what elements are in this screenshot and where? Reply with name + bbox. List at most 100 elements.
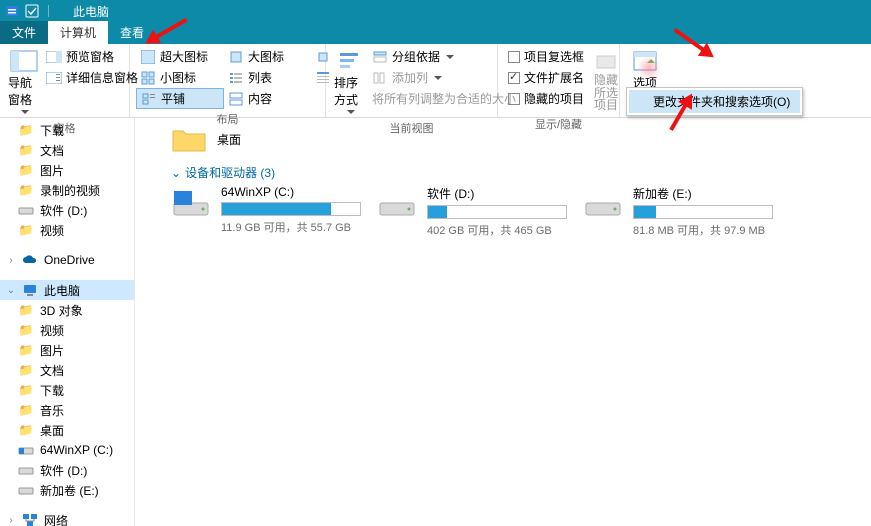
sidebar-item-downloads2[interactable]: 📁下载 xyxy=(0,380,134,400)
drive-item[interactable]: 新加卷 (E:) 81.8 MB 可用，共 97.9 MB xyxy=(583,185,763,238)
drive-icon xyxy=(171,185,211,217)
chevron-down-icon xyxy=(434,76,442,84)
main-content: 桌面 ⌄ 设备和驱动器 (3) 64WinXP (C:) 11.9 GB 可用，… xyxy=(135,118,871,526)
drive-freespace: 81.8 MB 可用，共 97.9 MB xyxy=(633,222,773,238)
drive-icon xyxy=(377,185,417,217)
folder-desktop[interactable]: 桌面 xyxy=(171,124,863,154)
tab-computer[interactable]: 计算机 xyxy=(48,21,108,44)
drive-capacity-bar xyxy=(221,202,361,216)
sidebar-item-downloads[interactable]: 📁下载 xyxy=(0,120,134,140)
drive-icon xyxy=(583,185,623,217)
drive-item[interactable]: 64WinXP (C:) 11.9 GB 可用，共 55.7 GB xyxy=(171,185,351,238)
tab-view[interactable]: 查看 xyxy=(108,21,156,44)
chk-item-checkboxes[interactable]: 项目复选框 xyxy=(504,46,588,67)
window-icon xyxy=(4,3,20,19)
drive-icon xyxy=(18,482,34,498)
layout-small[interactable]: 小图标 xyxy=(136,67,224,88)
hide-icon xyxy=(590,48,622,74)
folder-icon xyxy=(171,124,207,154)
titlebar: 此电脑 xyxy=(0,0,871,22)
checkbox-icon[interactable] xyxy=(24,3,40,19)
tab-file[interactable]: 文件 xyxy=(0,21,48,44)
chk-hidden-items[interactable]: 隐藏的项目 xyxy=(504,88,588,109)
folder-icon: 📁 xyxy=(18,422,34,438)
category-devices[interactable]: ⌄ 设备和驱动器 (3) xyxy=(171,164,863,181)
folder-icon: 📁 xyxy=(18,302,34,318)
sidebar-item-video[interactable]: 📁视频 xyxy=(0,220,134,240)
hide-selected-button[interactable]: 隐藏 所选项目 xyxy=(588,46,624,114)
computer-icon xyxy=(22,282,38,298)
chevron-right-icon: › xyxy=(6,515,16,526)
preview-pane-icon xyxy=(46,49,62,65)
drive-icon xyxy=(18,442,34,458)
drive-name: 64WinXP (C:) xyxy=(221,185,361,199)
layout-content[interactable]: 内容 xyxy=(224,88,312,109)
layout-list[interactable]: 列表 xyxy=(224,67,312,88)
folder-icon: 📁 xyxy=(18,142,34,158)
groupby-icon xyxy=(372,49,388,65)
menu-change-folder-options[interactable]: 更改文件夹和搜索选项(O) xyxy=(629,90,800,113)
preview-pane-button[interactable]: 预览窗格 xyxy=(42,46,142,67)
drive-freespace: 11.9 GB 可用，共 55.7 GB xyxy=(221,219,361,235)
sidebar-item-thispc[interactable]: ⌄此电脑 xyxy=(0,280,134,300)
folder-icon: 📁 xyxy=(18,342,34,358)
details-pane-icon xyxy=(46,70,62,86)
sidebar-item-onedrive[interactable]: ›OneDrive xyxy=(0,250,134,270)
folder-icon: 📁 xyxy=(18,362,34,378)
folder-icon: 📁 xyxy=(18,402,34,418)
drive-freespace: 402 GB 可用，共 465 GB xyxy=(427,222,567,238)
sidebar-item-documents2[interactable]: 📁文档 xyxy=(0,360,134,380)
sidebar-item-desktop[interactable]: 📁桌面 xyxy=(0,420,134,440)
chevron-right-icon: › xyxy=(6,255,16,266)
sidebar-item-drive-c[interactable]: 64WinXP (C:) xyxy=(0,440,134,460)
sort-button[interactable]: 排序方式 xyxy=(332,46,368,118)
chevron-down-icon xyxy=(446,55,454,63)
sidebar-item-video2[interactable]: 📁视频 xyxy=(0,320,134,340)
cloud-icon xyxy=(22,252,38,268)
sort-icon xyxy=(334,48,366,74)
network-icon xyxy=(22,512,38,526)
checkbox-checked-icon xyxy=(508,72,520,84)
chevron-down-icon xyxy=(21,110,29,118)
layout-large[interactable]: 大图标 xyxy=(224,46,312,67)
chevron-down-icon xyxy=(347,110,355,118)
chevron-down-icon: ⌄ xyxy=(171,166,181,180)
sidebar-item-drive-e[interactable]: 新加卷 (E:) xyxy=(0,480,134,500)
drive-icon xyxy=(18,462,34,478)
sidebar-item-documents[interactable]: 📁文档 xyxy=(0,140,134,160)
nav-pane-button[interactable]: 导航窗格 xyxy=(6,46,42,118)
tab-bar: 文件 计算机 查看 xyxy=(0,22,871,44)
drive-capacity-bar xyxy=(633,205,773,219)
folder-icon: 📁 xyxy=(18,222,34,238)
details-pane-button[interactable]: 详细信息窗格 xyxy=(42,67,142,88)
folder-icon: 📁 xyxy=(18,162,34,178)
drive-name: 软件 (D:) xyxy=(427,185,567,202)
drive-icon xyxy=(18,202,34,218)
folder-icon: 📁 xyxy=(18,382,34,398)
sidebar-item-3d[interactable]: 📁3D 对象 xyxy=(0,300,134,320)
sidebar-item-network[interactable]: ›网络 xyxy=(0,510,134,526)
layout-tile[interactable]: 平铺 xyxy=(136,88,224,109)
folder-icon: 📁 xyxy=(18,182,34,198)
nav-pane-icon xyxy=(8,48,40,74)
drive-item[interactable]: 软件 (D:) 402 GB 可用，共 465 GB xyxy=(377,185,557,238)
layout-xlarge[interactable]: 超大图标 xyxy=(136,46,224,67)
sidebar-item-soft-d[interactable]: 软件 (D:) xyxy=(0,200,134,220)
sidebar-item-drive-d[interactable]: 软件 (D:) xyxy=(0,460,134,480)
drive-capacity-bar xyxy=(427,205,567,219)
options-icon xyxy=(629,48,661,74)
checkbox-icon xyxy=(508,93,520,105)
sidebar-item-music[interactable]: 📁音乐 xyxy=(0,400,134,420)
checkbox-icon xyxy=(508,51,520,63)
sidebar: 📁下载 📁文档 📁图片 📁录制的视频 软件 (D:) 📁视频 ›OneDrive… xyxy=(0,118,135,526)
window-title: 此电脑 xyxy=(73,3,109,20)
sidebar-item-pictures2[interactable]: 📁图片 xyxy=(0,340,134,360)
folder-icon: 📁 xyxy=(18,322,34,338)
sidebar-item-pictures[interactable]: 📁图片 xyxy=(0,160,134,180)
folder-icon: 📁 xyxy=(18,122,34,138)
addcol-icon xyxy=(372,70,388,86)
sidebar-item-recvideo[interactable]: 📁录制的视频 xyxy=(0,180,134,200)
chk-file-ext[interactable]: 文件扩展名 xyxy=(504,67,588,88)
options-dropdown: 更改文件夹和搜索选项(O) xyxy=(626,87,803,116)
drive-name: 新加卷 (E:) xyxy=(633,185,773,202)
